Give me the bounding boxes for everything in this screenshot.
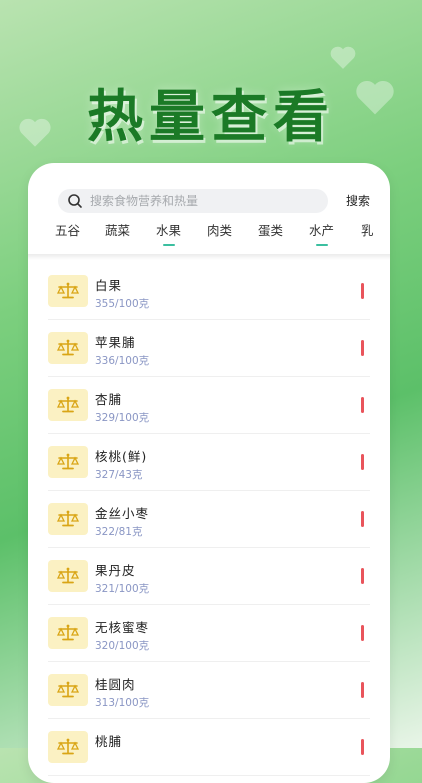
active-tab-indicator (162, 244, 175, 246)
tab-label: 五谷 (55, 223, 81, 238)
tab-label: 乳 (361, 223, 374, 238)
food-calories: 336/100克 (95, 355, 150, 367)
food-name: 桂圆肉 (95, 677, 136, 692)
search-bar: 搜索 (28, 189, 390, 213)
food-calories: 321/100克 (95, 583, 150, 595)
tab-indicator (315, 244, 328, 246)
food-list-item[interactable]: 无核蜜枣 320/100克 (48, 605, 370, 662)
food-list-item[interactable]: 苹果脯 336/100克 (48, 320, 370, 377)
scale-icon (48, 503, 88, 535)
calorie-level-bar (361, 397, 364, 413)
tab-label: 水果 (156, 223, 182, 238)
scale-icon (48, 275, 88, 307)
calorie-level-bar (361, 454, 364, 470)
calorie-level-bar (361, 283, 364, 299)
tab-label: 蛋类 (258, 223, 284, 238)
food-calories: 313/100克 (95, 697, 150, 709)
search-button[interactable]: 搜索 (346, 189, 370, 213)
food-name: 金丝小枣 (95, 506, 150, 521)
food-name: 杏脯 (95, 392, 123, 407)
food-calories: 322/81克 (95, 526, 143, 538)
tab-label: 水产 (309, 223, 335, 238)
scale-icon (48, 446, 88, 478)
calorie-level-bar (361, 739, 364, 755)
page-title: 热量查看 (87, 85, 335, 150)
food-list-item[interactable]: 杏脯 329/100克 (48, 377, 370, 434)
calorie-level-bar (361, 682, 364, 698)
food-list: 白果 355/100克 苹果脯 336/100克 杏脯 329/100克 核桃(… (48, 263, 370, 776)
tab-eggs[interactable]: 蛋类 (258, 222, 283, 252)
calorie-level-bar (361, 340, 364, 356)
scale-icon (48, 674, 88, 706)
food-name: 果丹皮 (95, 563, 136, 578)
food-name: 桃脯 (95, 734, 123, 749)
calorie-level-bar (361, 511, 364, 527)
food-name: 无核蜜枣 (95, 620, 150, 635)
scale-icon (48, 389, 88, 421)
scale-icon (48, 731, 88, 763)
food-calories: 355/100克 (95, 298, 150, 310)
search-icon (68, 194, 82, 208)
calorie-level-bar (361, 568, 364, 584)
tab-meat[interactable]: 肉类 (207, 222, 232, 252)
scale-icon (48, 332, 88, 364)
search-input[interactable] (90, 189, 320, 213)
tab-vegetables[interactable]: 蔬菜 (105, 222, 130, 252)
tab-seafood[interactable]: 水产 (309, 222, 334, 252)
search-box[interactable] (58, 189, 328, 213)
food-calories: 327/43克 (95, 469, 143, 481)
food-list-item[interactable]: 核桃(鲜) 327/43克 (48, 434, 370, 491)
tab-grains[interactable]: 五谷 (55, 222, 80, 252)
tab-fruits[interactable]: 水果 (156, 222, 181, 252)
food-list-item[interactable]: 果丹皮 321/100克 (48, 548, 370, 605)
food-name: 白果 (95, 278, 123, 293)
scale-icon (48, 560, 88, 592)
scale-icon (48, 617, 88, 649)
heart-decoration-icon (330, 46, 356, 70)
food-name: 苹果脯 (95, 335, 136, 350)
tab-label: 蔬菜 (105, 223, 131, 238)
category-tabs: 五谷 蔬菜 水果 肉类 蛋类 水产 乳 (28, 222, 390, 252)
tab-label: 肉类 (207, 223, 233, 238)
food-list-item[interactable]: 金丝小枣 322/81克 (48, 491, 370, 548)
food-calories: 329/100克 (95, 412, 150, 424)
food-list-item[interactable]: 桂圆肉 313/100克 (48, 662, 370, 719)
tab-dairy[interactable]: 乳 (361, 222, 374, 252)
food-name: 核桃(鲜) (95, 449, 148, 464)
tabs-divider (28, 254, 390, 260)
calorie-level-bar (361, 625, 364, 641)
food-calories: 320/100克 (95, 640, 150, 652)
food-list-item[interactable]: 白果 355/100克 (48, 263, 370, 320)
